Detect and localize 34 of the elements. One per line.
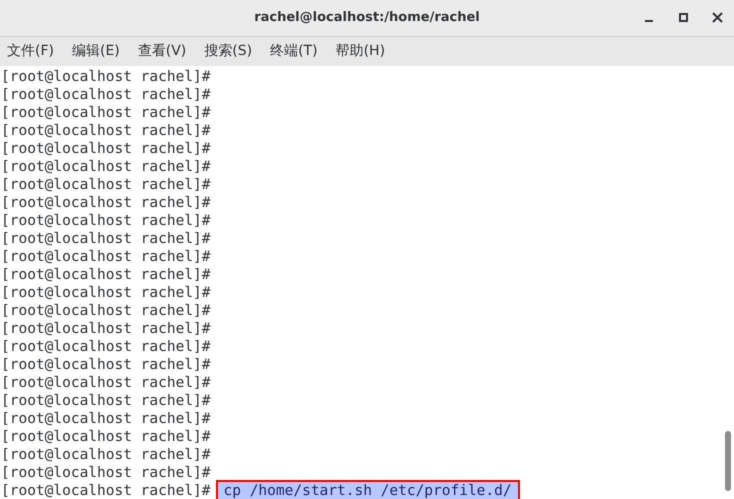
shell-prompt: [root@localhost rachel]# <box>1 464 211 482</box>
shell-prompt: [root@localhost rachel]# <box>1 410 211 428</box>
window-title: rachel@localhost:/home/rachel <box>254 9 480 28</box>
shell-prompt: [root@localhost rachel]# <box>1 248 211 266</box>
shell-prompt: [root@localhost rachel]# <box>1 482 211 499</box>
menu-item[interactable]: 终端(T) <box>265 41 323 62</box>
shell-prompt: [root@localhost rachel]# <box>1 158 211 176</box>
shell-prompt: [root@localhost rachel]# <box>1 284 211 302</box>
shell-prompt: [root@localhost rachel]# <box>1 194 211 212</box>
menu-item[interactable]: 文件(F) <box>2 41 59 62</box>
menu-item[interactable]: 搜索(S) <box>199 41 258 62</box>
shell-prompt: [root@localhost rachel]# <box>1 446 211 464</box>
shell-prompt: [root@localhost rachel]# <box>1 140 211 158</box>
maximize-button[interactable] <box>676 10 690 24</box>
shell-prompt: [root@localhost rachel]# <box>1 230 211 248</box>
close-button[interactable] <box>710 10 724 24</box>
menu-item[interactable]: 帮助(H) <box>330 41 390 62</box>
shell-prompt: [root@localhost rachel]# <box>1 338 211 356</box>
shell-prompt: [root@localhost rachel]# <box>1 428 211 446</box>
shell-prompt: [root@localhost rachel]# <box>1 86 211 104</box>
shell-prompt: [root@localhost rachel]# <box>1 266 211 284</box>
shell-prompt: [root@localhost rachel]# <box>1 392 211 410</box>
shell-prompt: [root@localhost rachel]# <box>1 212 211 230</box>
shell-prompt: [root@localhost rachel]# <box>1 356 211 374</box>
shell-prompt: [root@localhost rachel]# <box>1 320 211 338</box>
shell-prompt: [root@localhost rachel]# <box>1 104 211 122</box>
shell-prompt: [root@localhost rachel]# <box>1 302 211 320</box>
shell-prompt: [root@localhost rachel]# <box>1 176 211 194</box>
shell-prompt: [root@localhost rachel]# <box>1 122 211 140</box>
menu-item[interactable]: 查看(V) <box>132 41 192 62</box>
menu-item[interactable]: 编辑(E) <box>66 41 125 62</box>
shell-prompt: [root@localhost rachel]# <box>1 68 211 86</box>
shell-prompt: [root@localhost rachel]# <box>1 374 211 392</box>
command-text: cp /home/start.sh /etc/profile.d/ <box>216 480 520 499</box>
